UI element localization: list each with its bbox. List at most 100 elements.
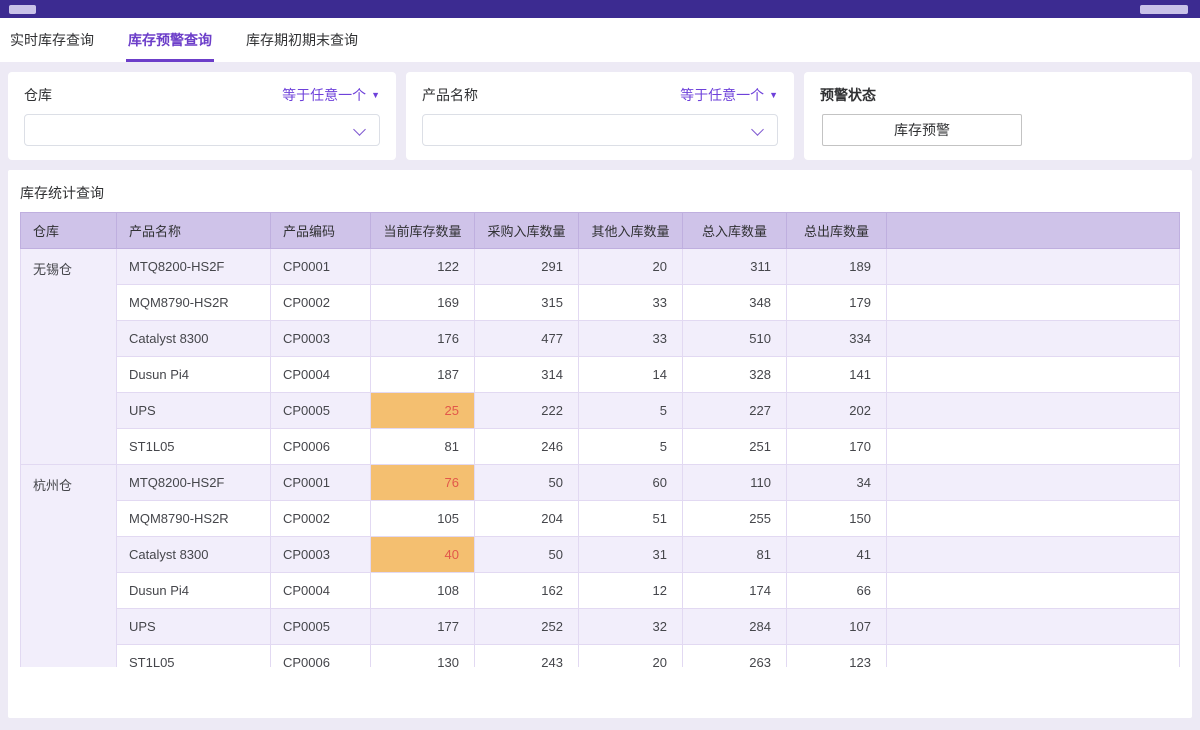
cell-total-in: 510	[683, 321, 787, 357]
column-header-warehouse: 仓库	[21, 213, 117, 249]
cell-current-stock: 169	[371, 285, 475, 321]
cell-filler	[887, 249, 1180, 285]
column-header-purchase-in: 采购入库数量	[475, 213, 579, 249]
cell-other-in: 33	[579, 285, 683, 321]
cell-purchase-in: 315	[475, 285, 579, 321]
cell-total-in: 251	[683, 429, 787, 465]
topbar-logo-chip	[9, 5, 36, 14]
cell-current-stock: 76	[371, 465, 475, 501]
filter-card-warehouse: 仓库 等于任意一个 ▼	[8, 72, 396, 160]
tab-stock-alert[interactable]: 库存预警查询	[126, 18, 214, 62]
cell-total-in: 284	[683, 609, 787, 645]
cell-filler	[887, 609, 1180, 645]
inventory-table: 仓库产品名称产品编码当前库存数量采购入库数量其他入库数量总入库数量总出库数量 无…	[20, 212, 1180, 667]
cell-total-in: 348	[683, 285, 787, 321]
filter-bar: 仓库 等于任意一个 ▼ 产品名称 等于任意一个 ▼ 预警状态 库存预警	[8, 72, 1192, 160]
cell-purchase-in: 314	[475, 357, 579, 393]
cell-purchase-in: 291	[475, 249, 579, 285]
cell-product-name: Dusun Pi4	[117, 357, 271, 393]
warehouse-select[interactable]	[24, 114, 380, 146]
cell-filler	[887, 429, 1180, 465]
cell-other-in: 32	[579, 609, 683, 645]
cell-current-stock: 25	[371, 393, 475, 429]
cell-product-name: ST1L05	[117, 429, 271, 465]
cell-product-name: Catalyst 8300	[117, 321, 271, 357]
cell-purchase-in: 162	[475, 573, 579, 609]
cell-product-code: CP0005	[271, 393, 371, 429]
cell-total-out: 41	[787, 537, 887, 573]
cell-current-stock: 187	[371, 357, 475, 393]
tab-stock-period[interactable]: 库存期初期末查询	[244, 18, 360, 62]
caret-down-icon: ▼	[769, 90, 778, 100]
cell-product-name: MQM8790-HS2R	[117, 501, 271, 537]
product-select[interactable]	[422, 114, 778, 146]
cell-filler	[887, 537, 1180, 573]
cell-total-out: 150	[787, 501, 887, 537]
cell-current-stock: 122	[371, 249, 475, 285]
column-header-total-out: 总出库数量	[787, 213, 887, 249]
cell-current-stock: 105	[371, 501, 475, 537]
stock-alert-button[interactable]: 库存预警	[822, 114, 1022, 146]
cell-total-out: 66	[787, 573, 887, 609]
chevron-down-icon	[751, 123, 764, 136]
cell-total-in: 227	[683, 393, 787, 429]
cell-other-in: 5	[579, 429, 683, 465]
cell-current-stock: 40	[371, 537, 475, 573]
product-filter-label: 产品名称	[422, 85, 478, 105]
cell-total-out: 189	[787, 249, 887, 285]
table-row[interactable]: 无锡仓MTQ8200-HS2FCP000112229120311189	[21, 249, 1180, 285]
inventory-stats-panel: 库存统计查询 仓库产品名称产品编码当前库存数量采购入库数量其他入库数量总入库数量…	[8, 170, 1192, 718]
chevron-down-icon	[353, 123, 366, 136]
cell-purchase-in: 50	[475, 537, 579, 573]
cell-filler	[887, 285, 1180, 321]
cell-product-name: Dusun Pi4	[117, 573, 271, 609]
cell-total-in: 110	[683, 465, 787, 501]
column-header-product-code: 产品编码	[271, 213, 371, 249]
cell-product-name: Catalyst 8300	[117, 537, 271, 573]
column-header-current-stock: 当前库存数量	[371, 213, 475, 249]
table-row[interactable]: Dusun Pi4CP00041081621217466	[21, 573, 1180, 609]
table-row[interactable]: ST1L05CP000613024320263123	[21, 645, 1180, 668]
cell-total-out: 170	[787, 429, 887, 465]
tab-bar: 实时库存查询库存预警查询库存期初期末查询	[0, 18, 1200, 62]
cell-other-in: 12	[579, 573, 683, 609]
cell-product-name: MQM8790-HS2R	[117, 285, 271, 321]
cell-other-in: 60	[579, 465, 683, 501]
cell-product-code: CP0003	[271, 537, 371, 573]
cell-total-out: 179	[787, 285, 887, 321]
cell-other-in: 20	[579, 249, 683, 285]
cell-total-in: 328	[683, 357, 787, 393]
cell-other-in: 51	[579, 501, 683, 537]
cell-total-out: 202	[787, 393, 887, 429]
cell-other-in: 20	[579, 645, 683, 668]
cell-product-code: CP0001	[271, 465, 371, 501]
cell-current-stock: 81	[371, 429, 475, 465]
cell-product-name: MTQ8200-HS2F	[117, 249, 271, 285]
table-container[interactable]: 仓库产品名称产品编码当前库存数量采购入库数量其他入库数量总入库数量总出库数量 无…	[20, 212, 1180, 667]
table-row[interactable]: Dusun Pi4CP000418731414328141	[21, 357, 1180, 393]
cell-filler	[887, 321, 1180, 357]
table-row[interactable]: UPSCP0005252225227202	[21, 393, 1180, 429]
table-row[interactable]: MQM8790-HS2RCP000210520451255150	[21, 501, 1180, 537]
cell-product-code: CP0004	[271, 357, 371, 393]
cell-total-out: 107	[787, 609, 887, 645]
cell-purchase-in: 252	[475, 609, 579, 645]
cell-current-stock: 130	[371, 645, 475, 668]
table-row[interactable]: Catalyst 8300CP000317647733510334	[21, 321, 1180, 357]
topbar-right-chip[interactable]	[1140, 5, 1188, 14]
cell-product-code: CP0002	[271, 285, 371, 321]
table-row[interactable]: Catalyst 8300CP00034050318141	[21, 537, 1180, 573]
warehouse-operator-dropdown[interactable]: 等于任意一个 ▼	[282, 85, 380, 105]
table-row[interactable]: ST1L05CP0006812465251170	[21, 429, 1180, 465]
cell-total-out: 141	[787, 357, 887, 393]
cell-total-out: 34	[787, 465, 887, 501]
cell-filler	[887, 645, 1180, 668]
warehouse-group-cell: 杭州仓	[21, 465, 117, 668]
table-row[interactable]: UPSCP000517725232284107	[21, 609, 1180, 645]
table-row[interactable]: 杭州仓MTQ8200-HS2FCP000176506011034	[21, 465, 1180, 501]
table-row[interactable]: MQM8790-HS2RCP000216931533348179	[21, 285, 1180, 321]
cell-total-in: 174	[683, 573, 787, 609]
product-operator-dropdown[interactable]: 等于任意一个 ▼	[680, 85, 778, 105]
tab-realtime-stock[interactable]: 实时库存查询	[8, 18, 96, 62]
column-header-other-in: 其他入库数量	[579, 213, 683, 249]
